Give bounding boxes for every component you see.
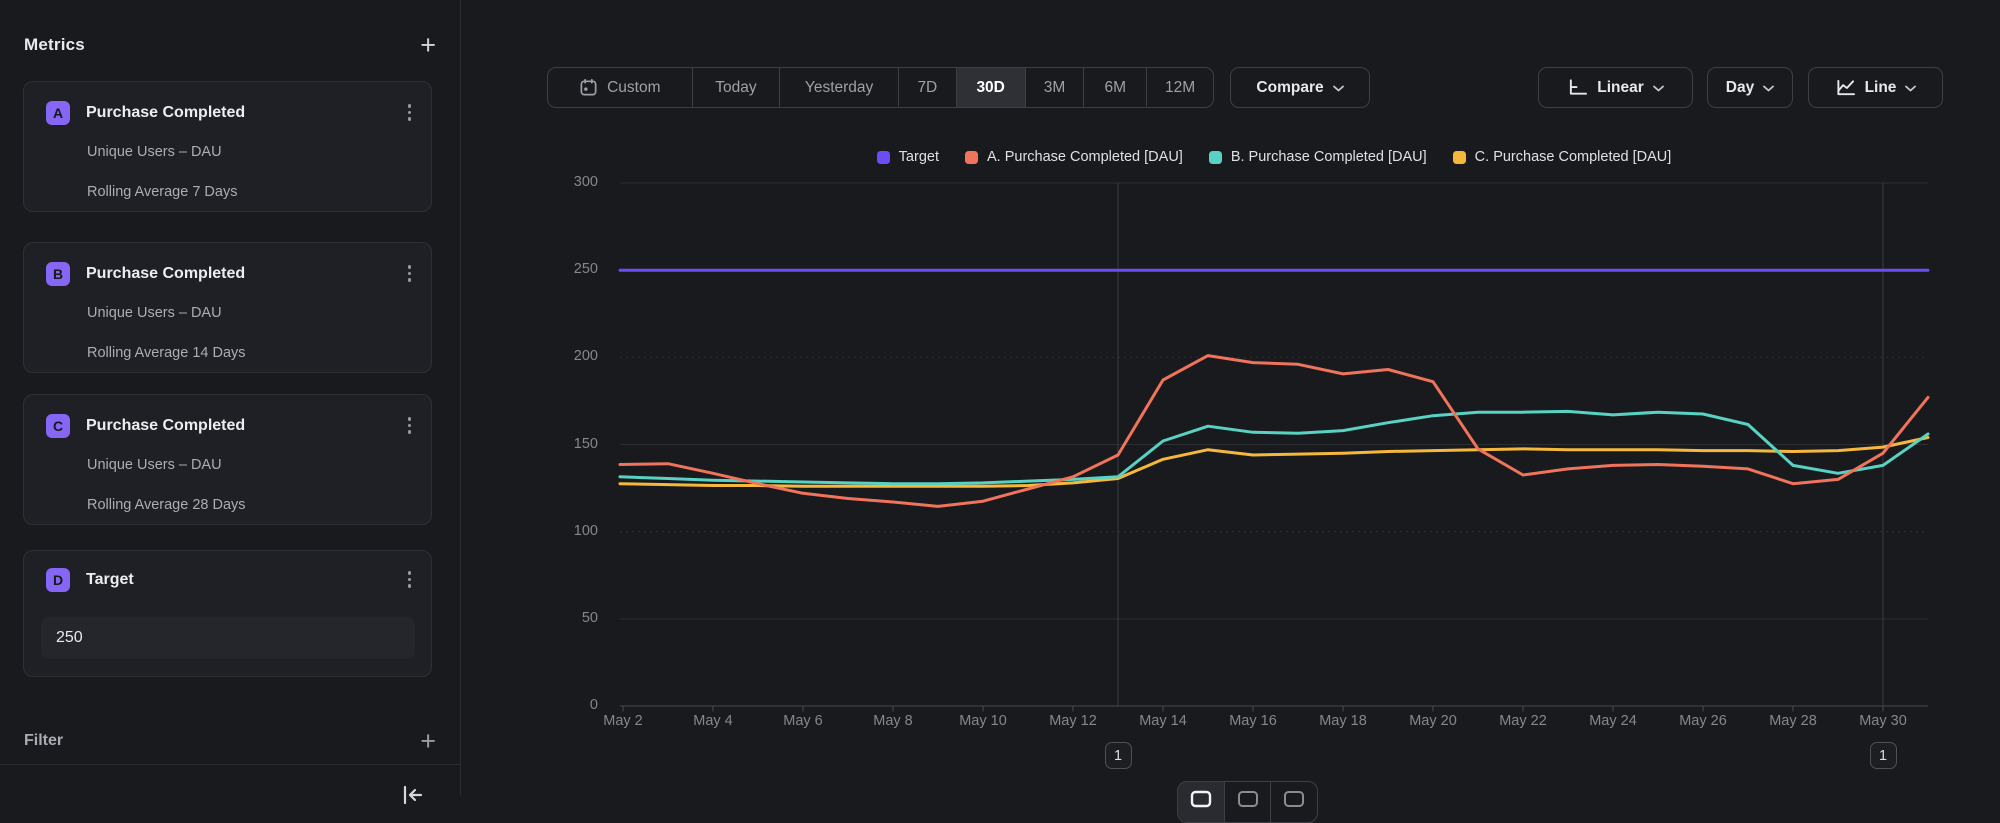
y-axis-label: 0 <box>536 697 598 713</box>
x-axis-label: May 12 <box>1033 713 1113 729</box>
layout-option-single[interactable] <box>1178 782 1225 822</box>
x-axis-label: May 26 <box>1663 713 1743 729</box>
y-axis-label: 100 <box>536 523 598 539</box>
x-axis-label: May 6 <box>763 713 843 729</box>
x-axis-label: May 22 <box>1483 713 1563 729</box>
layout-option-grid[interactable] <box>1271 782 1317 822</box>
y-axis-label: 50 <box>536 610 598 626</box>
x-axis-label: May 10 <box>943 713 1023 729</box>
x-axis-label: May 2 <box>583 713 663 729</box>
line-chart <box>0 0 2000 796</box>
layout-option-split[interactable] <box>1225 782 1272 822</box>
x-axis-label: May 30 <box>1843 713 1923 729</box>
x-axis-label: May 18 <box>1303 713 1383 729</box>
x-axis-label: May 14 <box>1123 713 1203 729</box>
y-axis-label: 300 <box>536 174 598 190</box>
chart-layout-switcher <box>1177 781 1318 823</box>
annotation-badge[interactable]: 1 <box>1870 742 1897 769</box>
x-axis-label: May 24 <box>1573 713 1653 729</box>
annotation-badge[interactable]: 1 <box>1105 742 1132 769</box>
x-axis-label: May 8 <box>853 713 933 729</box>
x-axis-label: May 16 <box>1213 713 1293 729</box>
y-axis-label: 150 <box>536 436 598 452</box>
y-axis-label: 250 <box>536 261 598 277</box>
y-axis-label: 200 <box>536 348 598 364</box>
series-line-b[interactable] <box>620 411 1928 483</box>
x-axis-label: May 28 <box>1753 713 1833 729</box>
x-axis-label: May 20 <box>1393 713 1473 729</box>
series-line-a[interactable] <box>620 356 1928 507</box>
x-axis-label: May 4 <box>673 713 753 729</box>
